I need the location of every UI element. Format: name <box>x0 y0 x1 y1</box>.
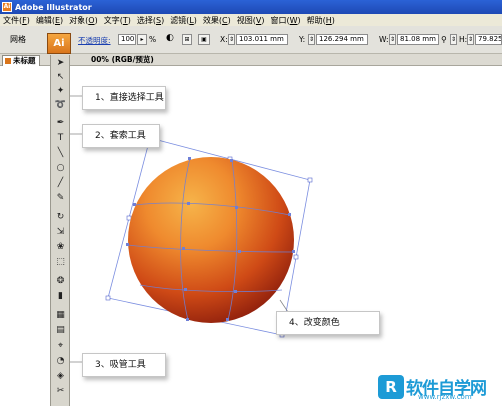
scale-icon[interactable]: ⇲ <box>53 226 68 238</box>
bbox-handle[interactable] <box>105 295 111 301</box>
type-icon[interactable]: T <box>53 132 68 144</box>
bbox-handle[interactable] <box>293 254 299 260</box>
pen-icon[interactable]: ✒ <box>53 117 68 129</box>
blend-icon[interactable]: ◔ <box>53 355 68 367</box>
pencil-icon[interactable]: ✎ <box>53 192 68 204</box>
callout-lasso: 2、套索工具 <box>82 124 160 148</box>
ellipse-icon[interactable]: ○ <box>53 162 68 174</box>
free-transform-icon[interactable]: ⬚ <box>53 256 68 268</box>
symbol-sprayer-icon[interactable]: ❂ <box>53 275 68 287</box>
watermark-logo: R <box>378 375 404 399</box>
callout-change-color: 4、改变颜色 <box>276 311 380 335</box>
graph-icon[interactable]: ▮ <box>53 290 68 302</box>
callout-eyedropper: 3、吸管工具 <box>82 353 166 377</box>
gradient-mesh-sphere[interactable] <box>128 157 294 323</box>
bbox-handle[interactable] <box>307 177 313 183</box>
selection-arrow-icon[interactable]: ➤ <box>53 57 68 69</box>
rotate-icon[interactable]: ↻ <box>53 211 68 223</box>
toolbox-panel: ➤ ↖ ✦ ➰ ✒ T ╲ ○ ╱ ✎ ↻ ⇲ ❀ ⬚ ❂ ▮ ▦ ▤ ⌖ ◔ … <box>50 55 70 406</box>
ai-logo: Ai <box>47 33 71 54</box>
callout-direct-selection: 1、直接选择工具 <box>82 86 166 110</box>
bbox-handle[interactable] <box>126 215 132 221</box>
mesh-icon[interactable]: ▦ <box>53 309 68 321</box>
site-watermark: R 软件自学网 www.rjzxw.com <box>378 374 498 404</box>
line-icon[interactable]: ╲ <box>53 147 68 159</box>
live-paint-icon[interactable]: ◈ <box>53 370 68 382</box>
illustrator-window: Ai Adobe Illustrator 文件(F) 编辑(E) 对象(O) 文… <box>0 0 502 406</box>
direct-selection-icon[interactable]: ↖ <box>53 71 68 83</box>
slice-icon[interactable]: ✂ <box>53 385 68 397</box>
magic-wand-icon[interactable]: ✦ <box>53 85 68 97</box>
artwork-layer <box>67 95 313 363</box>
watermark-url: www.rjzxw.com <box>418 393 472 401</box>
lasso-icon[interactable]: ➰ <box>53 99 68 111</box>
paintbrush-icon[interactable]: ╱ <box>53 177 68 189</box>
eyedropper-icon[interactable]: ⌖ <box>53 340 68 352</box>
warp-icon[interactable]: ❀ <box>53 241 68 253</box>
gradient-icon[interactable]: ▤ <box>53 324 68 336</box>
